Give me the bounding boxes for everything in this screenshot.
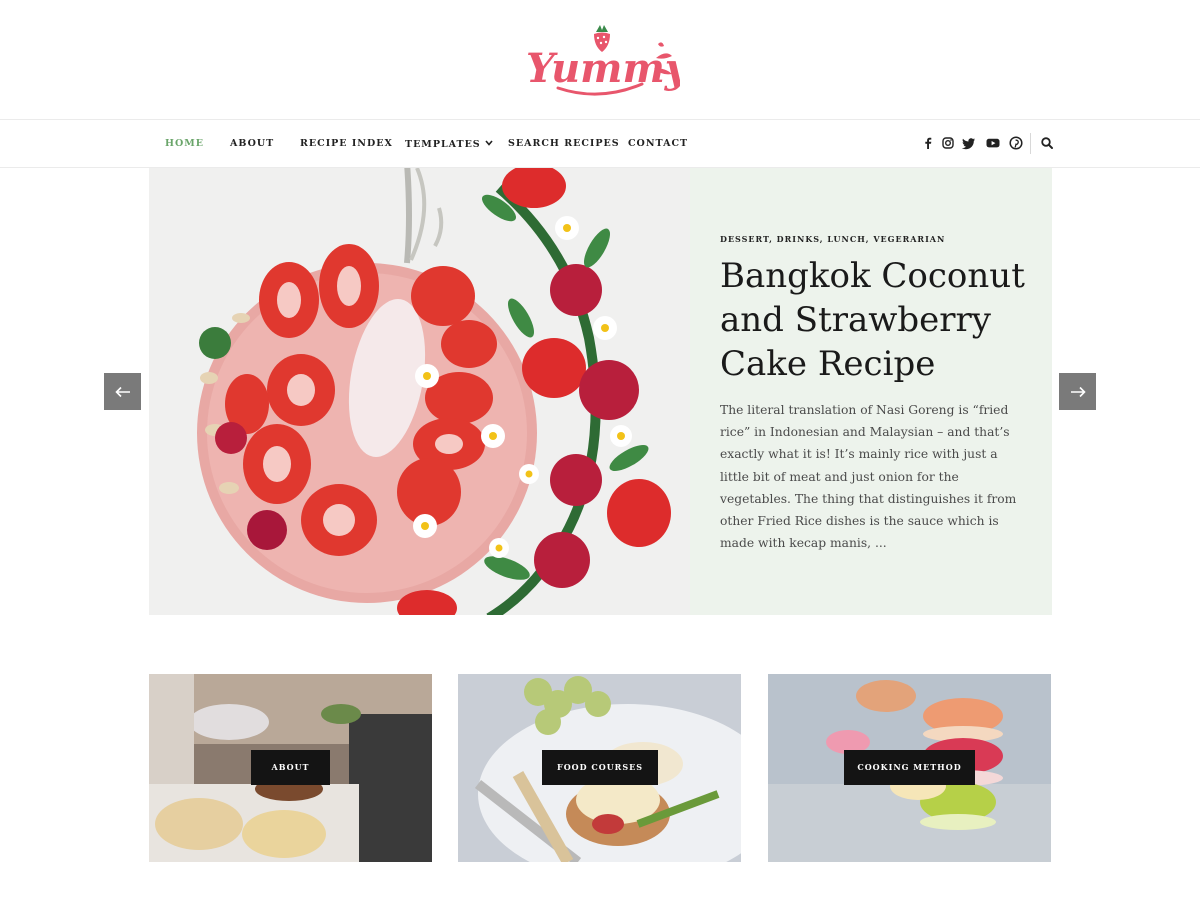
slider-prev-button[interactable]	[104, 373, 141, 410]
arrow-right-icon	[1070, 386, 1086, 397]
category-link[interactable]: LUNCH	[827, 234, 865, 244]
post-title[interactable]: Bangkok Coconut and Strawberry Cake Reci…	[720, 254, 1030, 386]
promo-card-food-courses[interactable]: FOOD COURSES	[458, 674, 741, 862]
post-excerpt: The literal translation of Nasi Goreng i…	[720, 403, 1017, 551]
nav-item-about[interactable]: ABOUT	[230, 120, 274, 167]
card-label[interactable]: FOOD COURSES	[542, 750, 658, 785]
twitter-icon[interactable]	[961, 135, 977, 151]
nav-item-recipe-index[interactable]: RECIPE INDEX	[300, 120, 393, 167]
card-label[interactable]: COOKING METHOD	[844, 750, 975, 785]
featured-image[interactable]	[149, 168, 690, 615]
facebook-icon[interactable]	[920, 135, 936, 151]
nav-item-templates[interactable]: TEMPLATES	[405, 120, 493, 167]
search-icon[interactable]	[1039, 135, 1055, 151]
main-navigation: HOME ABOUT RECIPE INDEX TEMPLATES SEARCH…	[0, 119, 1200, 168]
category-link[interactable]: DRINKS	[777, 234, 820, 244]
nav-item-templates-label: TEMPLATES	[405, 139, 481, 150]
nav-item-home[interactable]: HOME	[165, 120, 204, 167]
pinterest-icon[interactable]	[1008, 135, 1024, 151]
category-link[interactable]: VEGERARIAN	[873, 234, 945, 244]
youtube-icon[interactable]	[985, 135, 1001, 151]
nav-divider	[1030, 133, 1031, 154]
instagram-icon[interactable]	[940, 135, 956, 151]
arrow-left-icon	[114, 386, 130, 397]
card-label[interactable]: ABOUT	[251, 750, 330, 785]
category-link[interactable]: DESSERT	[720, 234, 769, 244]
yummy-logo-image: Yummy	[526, 25, 691, 96]
smoothie-bowl-image	[149, 168, 690, 615]
promo-card-about[interactable]: ABOUT	[149, 674, 432, 862]
site-header: Yummy	[0, 0, 1200, 119]
promo-card-cooking-method[interactable]: COOKING METHOD	[768, 674, 1051, 862]
featured-slide: DESSERT, DRINKS, LUNCH, VEGERARIAN Bangk…	[149, 168, 1052, 615]
chevron-down-icon	[485, 120, 493, 167]
slider-next-button[interactable]	[1059, 373, 1096, 410]
nav-item-search-recipes[interactable]: SEARCH RECIPES	[508, 120, 620, 167]
post-categories: DESSERT, DRINKS, LUNCH, VEGERARIAN	[720, 234, 946, 244]
site-logo[interactable]: Yummy	[524, 20, 691, 100]
nav-item-contact[interactable]: CONTACT	[628, 120, 688, 167]
